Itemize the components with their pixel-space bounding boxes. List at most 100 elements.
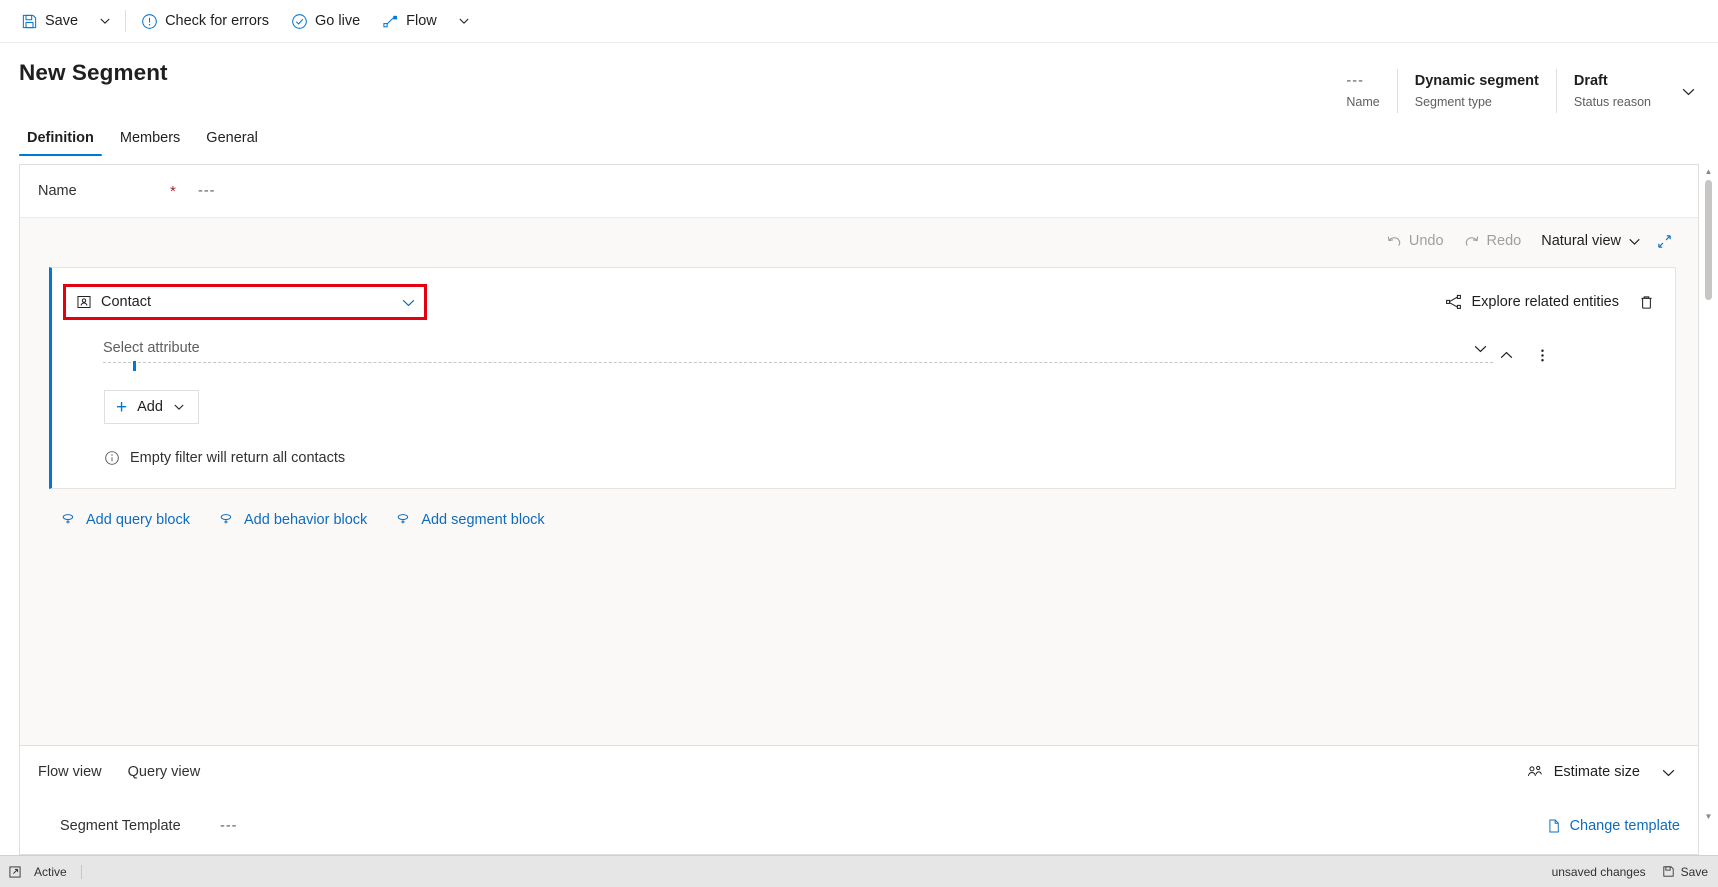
flow-dropdown-caret[interactable] xyxy=(448,1,480,41)
people-icon xyxy=(1525,763,1544,782)
add-query-block-label: Add query block xyxy=(86,511,190,528)
status-bar: Active unsaved changes Save xyxy=(0,855,1718,887)
empty-filter-message: Empty filter will return all contacts xyxy=(104,450,1675,466)
attribute-more-button[interactable] xyxy=(1529,342,1555,368)
query-view-label: Query view xyxy=(127,764,201,780)
status-bar-save-button[interactable]: Save xyxy=(1662,865,1708,879)
tab-general[interactable]: General xyxy=(198,127,266,156)
segment-builder: Undo Redo Natural view Contact Explore r… xyxy=(20,218,1698,745)
header-field-name: --- Name xyxy=(1329,69,1396,113)
attribute-underline xyxy=(103,361,1493,371)
header-name-label: Name xyxy=(1346,95,1380,109)
header-info-group: --- Name Dynamic segment Segment type Dr… xyxy=(1329,61,1704,113)
scroll-up-arrow[interactable]: ▲ xyxy=(1702,164,1715,178)
vertical-scrollbar[interactable]: ▲ ▼ xyxy=(1702,164,1715,855)
header-segment-type-value: Dynamic segment xyxy=(1414,73,1539,89)
trash-icon xyxy=(1638,294,1655,311)
explore-related-entities-button[interactable]: Explore related entities xyxy=(1445,293,1619,311)
status-bar-save-label: Save xyxy=(1680,864,1708,879)
attribute-field-wrap: Select attribute xyxy=(103,340,1493,371)
popout-icon[interactable] xyxy=(8,865,22,879)
go-live-button[interactable]: Go live xyxy=(280,1,371,41)
chevron-down-icon xyxy=(401,295,416,310)
page-header: New Segment --- Name Dynamic segment Seg… xyxy=(0,43,1718,113)
undo-label: Undo xyxy=(1408,233,1444,249)
definition-card: Name * --- Undo Redo Natural view Contac… xyxy=(19,164,1699,855)
chevron-down-icon xyxy=(173,401,185,413)
attribute-tick-marker xyxy=(133,361,136,371)
name-required-marker: * xyxy=(170,182,176,200)
estimate-size-label: Estimate size xyxy=(1553,764,1640,780)
tab-definition[interactable]: Definition xyxy=(19,127,102,156)
tab-general-label: General xyxy=(206,130,258,146)
view-mode-selector[interactable]: Natural view xyxy=(1532,227,1650,255)
collapse-attribute-button[interactable] xyxy=(1493,342,1519,368)
header-field-segment-type: Dynamic segment Segment type xyxy=(1396,69,1556,113)
check-for-errors-button[interactable]: Check for errors xyxy=(130,1,280,41)
add-branch-icon xyxy=(395,511,412,528)
add-condition-button[interactable]: + Add xyxy=(104,390,199,424)
segment-template-field: Segment Template --- xyxy=(60,818,238,834)
status-bar-left: Active xyxy=(8,864,82,879)
checkmark-circle-icon xyxy=(291,13,308,30)
more-vertical-icon xyxy=(1535,348,1550,363)
builder-toolbar: Undo Redo Natural view xyxy=(20,218,1698,261)
redo-button[interactable]: Redo xyxy=(1455,227,1531,255)
name-field-value[interactable]: --- xyxy=(198,183,216,199)
status-bar-state: Active xyxy=(34,864,82,879)
app-window: Save Check for errors Go live Flow New S… xyxy=(0,0,1718,887)
header-segment-type-label: Segment type xyxy=(1414,95,1492,109)
segment-template-value: --- xyxy=(220,818,238,834)
info-circle-icon xyxy=(104,450,120,466)
query-view-tab[interactable]: Query view xyxy=(128,764,201,780)
expand-builder-button[interactable] xyxy=(1652,229,1676,253)
go-live-label: Go live xyxy=(315,13,361,29)
segment-template-label: Segment Template xyxy=(60,818,181,834)
chevron-down-icon xyxy=(99,15,111,27)
add-behavior-block-label: Add behavior block xyxy=(243,511,368,528)
unsaved-changes-text: unsaved changes xyxy=(1551,864,1646,879)
view-tab-list: Flow view Query view xyxy=(38,764,200,780)
save-dropdown-caret[interactable] xyxy=(89,1,121,41)
chevron-down-icon xyxy=(1681,84,1696,99)
attribute-placeholder: Select attribute xyxy=(103,340,200,356)
view-toggle-row: Flow view Query view Estimate size xyxy=(20,746,1698,798)
flow-icon xyxy=(382,13,399,30)
estimate-size-button[interactable]: Estimate size xyxy=(1519,758,1646,787)
entity-select[interactable]: Contact xyxy=(63,284,427,320)
attribute-row-actions xyxy=(1493,340,1555,368)
save-icon xyxy=(1662,865,1675,878)
attribute-select[interactable]: Select attribute xyxy=(103,340,1493,362)
attribute-row: Select attribute xyxy=(52,318,1675,371)
segment-template-row: Segment Template --- Change template xyxy=(20,798,1698,854)
add-query-block-button[interactable]: Add query block xyxy=(60,511,190,528)
flow-button[interactable]: Flow xyxy=(371,1,448,41)
scrollbar-thumb[interactable] xyxy=(1705,180,1712,300)
page-title: New Segment xyxy=(19,60,168,85)
add-behavior-block-button[interactable]: Add behavior block xyxy=(218,511,367,528)
delete-query-block-button[interactable] xyxy=(1633,289,1659,315)
add-condition-label: Add xyxy=(137,399,163,415)
header-expand-button[interactable] xyxy=(1672,69,1704,113)
plus-icon: + xyxy=(116,396,128,418)
save-button[interactable]: Save xyxy=(10,1,89,41)
change-template-button[interactable]: Change template xyxy=(1546,818,1680,834)
contact-icon xyxy=(76,294,92,310)
command-bar: Save Check for errors Go live Flow xyxy=(0,0,1718,43)
undo-button[interactable]: Undo xyxy=(1377,227,1453,255)
tab-members-label: Members xyxy=(119,130,181,146)
estimate-expand-caret[interactable] xyxy=(1656,760,1680,784)
builder-spacer xyxy=(20,528,1698,745)
tab-definition-label: Definition xyxy=(27,130,94,146)
undo-icon xyxy=(1386,233,1402,249)
name-field-row: Name * --- xyxy=(20,165,1698,218)
document-icon xyxy=(1546,818,1562,834)
add-segment-block-button[interactable]: Add segment block xyxy=(395,511,545,528)
chevron-down-icon[interactable] xyxy=(1467,341,1493,356)
tab-members[interactable]: Members xyxy=(112,127,188,156)
change-template-label: Change template xyxy=(1569,818,1680,834)
scroll-down-arrow[interactable]: ▼ xyxy=(1702,809,1715,823)
empty-filter-message-text: Empty filter will return all contacts xyxy=(130,450,346,466)
flow-view-tab[interactable]: Flow view xyxy=(38,764,102,780)
share-network-icon xyxy=(1445,293,1463,311)
